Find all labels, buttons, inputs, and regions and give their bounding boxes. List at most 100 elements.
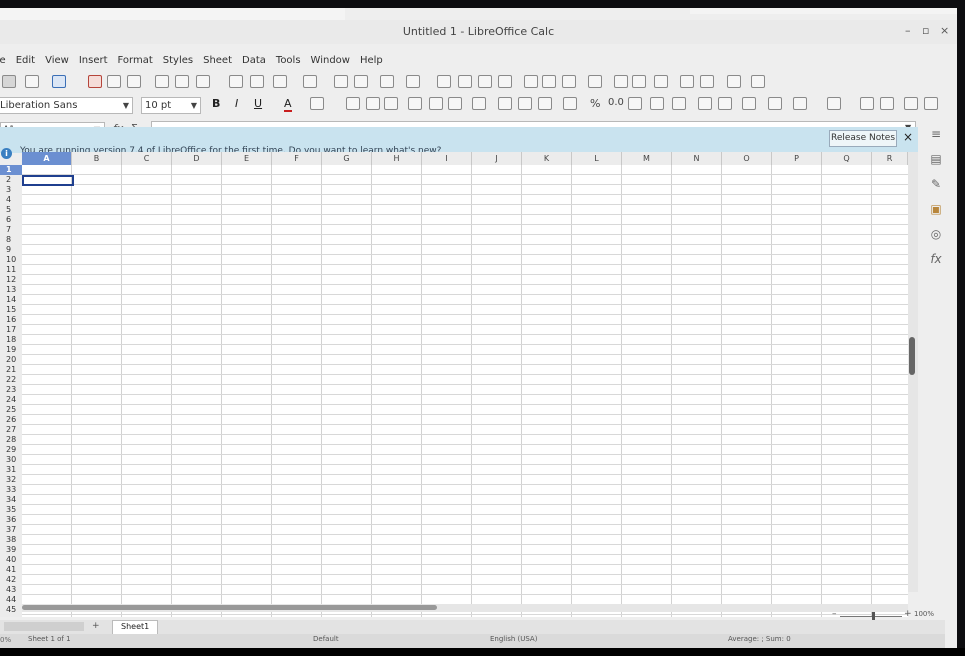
percent-format-button[interactable]: % bbox=[590, 97, 600, 110]
row-header[interactable]: 27 bbox=[0, 425, 22, 435]
row-header[interactable]: 43 bbox=[0, 585, 22, 595]
column-header[interactable]: M bbox=[622, 152, 672, 165]
copy-icon[interactable] bbox=[175, 75, 189, 88]
menu-item[interactable]: Help bbox=[360, 55, 383, 66]
column-header[interactable]: R bbox=[872, 152, 908, 165]
menu-item[interactable]: View bbox=[45, 55, 69, 66]
open-icon[interactable] bbox=[25, 75, 39, 88]
merge-center-icon[interactable] bbox=[518, 97, 532, 110]
font-name-combo[interactable]: Liberation Sans ▼ bbox=[0, 97, 133, 114]
row-header[interactable]: 41 bbox=[0, 565, 22, 575]
row-header[interactable]: 44 bbox=[0, 595, 22, 605]
font-size-combo[interactable]: 10 pt ▼ bbox=[141, 97, 201, 114]
hamburger-menu-icon[interactable]: ≡ bbox=[928, 127, 944, 141]
redo-icon[interactable] bbox=[303, 75, 317, 88]
currency-icon[interactable] bbox=[563, 97, 577, 110]
border-style-icon[interactable] bbox=[768, 97, 782, 110]
menu-item[interactable]: Format bbox=[118, 55, 153, 66]
row-header[interactable]: 12 bbox=[0, 275, 22, 285]
new-document-icon[interactable] bbox=[2, 75, 16, 88]
row-header[interactable]: 22 bbox=[0, 375, 22, 385]
merge-icon[interactable] bbox=[498, 97, 512, 110]
row-header[interactable]: 3 bbox=[0, 185, 22, 195]
styles-icon[interactable]: ✎ bbox=[928, 177, 944, 191]
hyperlink-icon[interactable] bbox=[614, 75, 628, 88]
column-header[interactable]: P bbox=[772, 152, 822, 165]
menu-item[interactable]: Sheet bbox=[203, 55, 232, 66]
align-center-icon[interactable] bbox=[366, 97, 380, 110]
vertical-scrollbar[interactable] bbox=[908, 152, 918, 592]
row-header[interactable]: 26 bbox=[0, 415, 22, 425]
column-icon[interactable] bbox=[406, 75, 420, 88]
row-header[interactable]: 1 bbox=[0, 165, 22, 175]
row-header[interactable]: 16 bbox=[0, 315, 22, 325]
add-decimal-icon[interactable] bbox=[650, 97, 664, 110]
menu-item[interactable]: Tools bbox=[276, 55, 301, 66]
row-header[interactable]: 25 bbox=[0, 405, 22, 415]
row-header[interactable]: 36 bbox=[0, 515, 22, 525]
print-preview-icon[interactable] bbox=[127, 75, 141, 88]
menu-item[interactable]: Edit bbox=[16, 55, 35, 66]
date-format-icon[interactable] bbox=[628, 97, 642, 110]
column-header[interactable]: N bbox=[672, 152, 722, 165]
row-header[interactable]: 21 bbox=[0, 365, 22, 375]
sheet-tab[interactable]: Sheet1 bbox=[112, 620, 159, 635]
gallery-icon[interactable]: ▣ bbox=[928, 202, 944, 216]
column-header[interactable]: A bbox=[22, 152, 72, 165]
clone-formatting-icon[interactable] bbox=[229, 75, 243, 88]
row-header[interactable]: 19 bbox=[0, 345, 22, 355]
cell-grid[interactable] bbox=[22, 165, 908, 617]
number-format-button[interactable]: 0.0 bbox=[608, 97, 624, 108]
row-header[interactable]: 42 bbox=[0, 575, 22, 585]
row-header[interactable]: 6 bbox=[0, 215, 22, 225]
zoom-in-button[interactable]: + bbox=[904, 609, 912, 619]
row-header[interactable]: 34 bbox=[0, 495, 22, 505]
menu-item[interactable]: Insert bbox=[79, 55, 108, 66]
cut-icon[interactable] bbox=[155, 75, 169, 88]
column-header[interactable]: L bbox=[572, 152, 622, 165]
underline-button[interactable]: U bbox=[254, 97, 262, 110]
navigator-icon[interactable]: ◎ bbox=[928, 227, 944, 241]
row-header[interactable]: 18 bbox=[0, 335, 22, 345]
row-header[interactable]: 10 bbox=[0, 255, 22, 265]
row-header[interactable]: 24 bbox=[0, 395, 22, 405]
font-color-button[interactable]: A bbox=[284, 97, 292, 112]
special-character-icon[interactable] bbox=[588, 75, 602, 88]
functions-icon[interactable]: fx bbox=[928, 252, 944, 266]
define-print-area-icon[interactable] bbox=[727, 75, 741, 88]
wrap-text-icon[interactable] bbox=[472, 97, 486, 110]
row-header[interactable]: 15 bbox=[0, 305, 22, 315]
release-notes-button[interactable]: Release Notes bbox=[829, 130, 897, 147]
row-header[interactable]: 28 bbox=[0, 435, 22, 445]
column-header[interactable]: E bbox=[222, 152, 272, 165]
split-window-icon[interactable] bbox=[700, 75, 714, 88]
vertical-text-icon[interactable] bbox=[924, 97, 938, 110]
spelling-icon[interactable] bbox=[354, 75, 368, 88]
row-header[interactable]: 20 bbox=[0, 355, 22, 365]
row-header[interactable]: 45 bbox=[0, 605, 22, 615]
column-header[interactable]: J bbox=[472, 152, 522, 165]
align-right-icon[interactable] bbox=[384, 97, 398, 110]
row-header[interactable]: 17 bbox=[0, 325, 22, 335]
add-sheet-button[interactable]: + bbox=[92, 621, 100, 631]
undo-icon[interactable] bbox=[273, 75, 287, 88]
maximize-button[interactable]: ▫ bbox=[922, 24, 929, 37]
column-header[interactable]: B bbox=[72, 152, 122, 165]
image-icon[interactable] bbox=[524, 75, 538, 88]
menu-item[interactable]: ile bbox=[0, 55, 6, 66]
remove-decimal-icon[interactable] bbox=[672, 97, 686, 110]
language-status[interactable]: English (USA) bbox=[490, 635, 537, 643]
text-orientation-icon[interactable] bbox=[904, 97, 918, 110]
zoom-out-button[interactable]: – bbox=[832, 609, 837, 619]
comment-icon[interactable] bbox=[632, 75, 646, 88]
conditional-icon[interactable] bbox=[827, 97, 841, 110]
column-header[interactable]: O bbox=[722, 152, 772, 165]
align-top-icon[interactable] bbox=[408, 97, 422, 110]
save-icon[interactable] bbox=[52, 75, 66, 88]
outdent-icon[interactable] bbox=[718, 97, 732, 110]
show-draw-icon[interactable] bbox=[751, 75, 765, 88]
show-grid-icon[interactable] bbox=[860, 97, 874, 110]
close-infobar-button[interactable]: × bbox=[903, 130, 913, 144]
row-header[interactable]: 5 bbox=[0, 205, 22, 215]
row-header[interactable]: 35 bbox=[0, 505, 22, 515]
